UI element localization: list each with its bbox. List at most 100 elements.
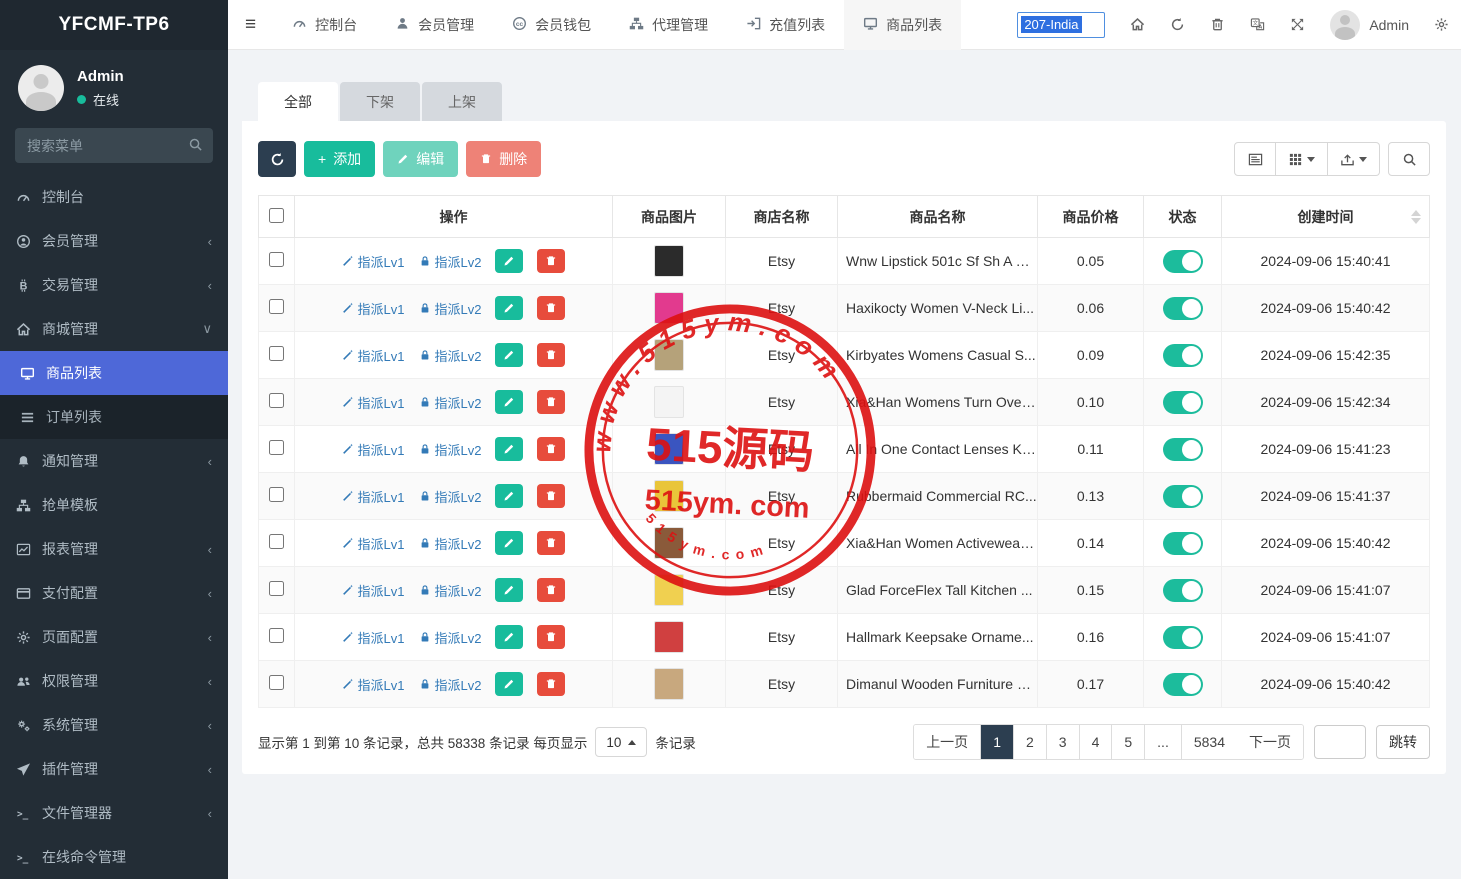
assign-lv2-link[interactable]: 指派Lv2 [419,534,481,553]
status-toggle[interactable] [1162,672,1203,696]
assign-lv2-link[interactable]: 指派Lv2 [419,440,481,459]
prev-page-button[interactable]: 上一页 [914,725,982,759]
sidebar-search-input[interactable] [15,128,213,163]
sidebar-item-reports[interactable]: 报表管理 ‹ [0,527,228,571]
status-toggle[interactable] [1162,343,1203,367]
status-toggle[interactable] [1162,484,1203,508]
page-button[interactable]: 3 [1046,725,1080,759]
sidebar-item-payment-config[interactable]: 支付配置 ‹ [0,571,228,615]
assign-lv1-link[interactable]: 指派Lv1 [342,487,405,506]
status-toggle[interactable] [1162,625,1203,649]
row-checkbox[interactable] [269,628,284,643]
delete-row-button[interactable] [537,296,566,320]
assign-lv1-link[interactable]: 指派Lv1 [342,534,405,553]
topnav-item-recharge[interactable]: 充值列表 [727,0,844,50]
export-dropdown-button[interactable] [1328,142,1380,176]
row-checkbox[interactable] [269,346,284,361]
status-toggle[interactable] [1162,296,1203,320]
edit-button[interactable]: 编辑 [383,141,459,177]
next-page-button[interactable]: 下一页 [1237,725,1303,759]
delete-button[interactable]: 删除 [466,141,542,177]
topnav-item-dashboard[interactable]: 控制台 [273,0,376,50]
sidebar-item-system[interactable]: 系统管理 ‹ [0,703,228,747]
assign-lv1-link[interactable]: 指派Lv1 [342,393,405,412]
edit-row-button[interactable] [495,578,524,602]
row-checkbox[interactable] [269,487,284,502]
topnav-item-members[interactable]: 会员管理 [376,0,493,50]
sidebar-item-transactions[interactable]: B 交易管理 ‹ [0,263,228,307]
status-toggle[interactable] [1162,531,1203,555]
edit-row-button[interactable] [495,625,524,649]
language-icon[interactable]: 文A [1250,17,1265,32]
assign-lv2-link[interactable]: 指派Lv2 [419,487,481,506]
fullscreen-icon[interactable] [1290,17,1305,32]
edit-row-button[interactable] [495,296,524,320]
sidebar-item-plugins[interactable]: 插件管理 ‹ [0,747,228,791]
jump-button[interactable]: 跳转 [1376,725,1430,759]
sidebar-item-page-config[interactable]: 页面配置 ‹ [0,615,228,659]
status-toggle[interactable] [1162,437,1203,461]
edit-row-button[interactable] [495,672,524,696]
detail-view-button[interactable] [1234,142,1276,176]
page-button[interactable]: 5 [1112,725,1146,759]
sidebar-item-notifications[interactable]: 通知管理 ‹ [0,439,228,483]
row-checkbox[interactable] [269,534,284,549]
sidebar-item-permissions[interactable]: 权限管理 ‹ [0,659,228,703]
trash-icon[interactable] [1210,17,1225,32]
edit-row-button[interactable] [495,437,524,461]
delete-row-button[interactable] [537,343,566,367]
assign-lv2-link[interactable]: 指派Lv2 [419,675,481,694]
columns-dropdown-button[interactable] [1276,142,1328,176]
sidebar-item-product-list[interactable]: 商品列表 [0,351,228,395]
status-toggle[interactable] [1162,578,1203,602]
row-checkbox[interactable] [269,299,284,314]
sidebar-item-members[interactable]: 会员管理 ‹ [0,219,228,263]
home-icon[interactable] [1130,17,1145,32]
topnav-item-product-list[interactable]: 商品列表 [844,0,962,50]
delete-row-button[interactable] [537,484,566,508]
add-button[interactable]: + 添加 [304,141,376,177]
page-button[interactable]: 4 [1079,725,1113,759]
assign-lv2-link[interactable]: 指派Lv2 [419,581,481,600]
search-toggle-button[interactable] [1388,142,1430,176]
assign-lv2-link[interactable]: 指派Lv2 [419,393,481,412]
topnav-item-agents[interactable]: 代理管理 [610,0,727,50]
delete-row-button[interactable] [537,437,566,461]
sidebar-item-dashboard[interactable]: 控制台 [0,175,228,219]
edit-row-button[interactable] [495,390,524,414]
delete-row-button[interactable] [537,249,566,273]
assign-lv2-link[interactable]: 指派Lv2 [419,252,481,271]
status-toggle[interactable] [1162,390,1203,414]
page-button[interactable]: 5834 [1181,725,1237,759]
refresh-icon[interactable] [1170,17,1185,32]
page-ellipsis[interactable]: ... [1145,725,1182,759]
assign-lv1-link[interactable]: 指派Lv1 [342,440,405,459]
edit-row-button[interactable] [495,249,524,273]
topnav-item-wallet[interactable]: cc 会员钱包 [493,0,610,50]
assign-lv1-link[interactable]: 指派Lv1 [342,299,405,318]
delete-row-button[interactable] [537,625,566,649]
row-checkbox[interactable] [269,440,284,455]
edit-row-button[interactable] [495,531,524,555]
refresh-button[interactable] [258,141,296,177]
delete-row-button[interactable] [537,578,566,602]
page-button[interactable]: 2 [1013,725,1047,759]
tab-on-shelf[interactable]: 上架 [422,82,502,121]
edit-row-button[interactable] [495,484,524,508]
assign-lv1-link[interactable]: 指派Lv1 [342,628,405,647]
gear-icon[interactable] [1434,17,1449,32]
sidebar-item-order-template[interactable]: 抢单模板 [0,483,228,527]
status-toggle[interactable] [1162,249,1203,273]
admin-menu[interactable]: Admin [1330,9,1409,40]
assign-lv1-link[interactable]: 指派Lv1 [342,252,405,271]
region-input[interactable]: 207-India [1017,11,1106,38]
tab-all[interactable]: 全部 [258,82,338,121]
row-checkbox[interactable] [269,252,284,267]
assign-lv2-link[interactable]: 指派Lv2 [419,299,481,318]
delete-row-button[interactable] [537,531,566,555]
delete-row-button[interactable] [537,672,566,696]
assign-lv1-link[interactable]: 指派Lv1 [342,675,405,694]
sidebar-item-online-command[interactable]: >_ 在线命令管理 [0,835,228,879]
delete-row-button[interactable] [537,390,566,414]
sidebar-item-order-list[interactable]: 订单列表 [0,395,228,439]
